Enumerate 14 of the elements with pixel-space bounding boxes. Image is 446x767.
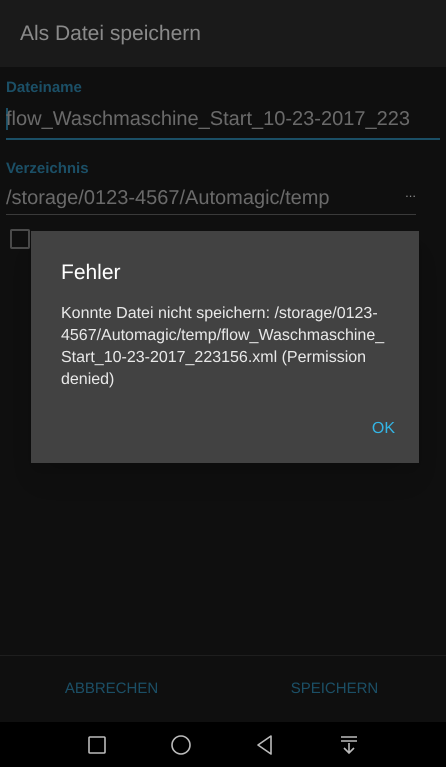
screen-title: Als Datei speichern: [20, 20, 201, 47]
field-label: Dateiname: [6, 78, 83, 98]
dialog-message: Konnte Datei nicht speichern: /storage/0123-4567/Automagic/temp/flow_Waschmaschine_Start_10-23-2017_223156.xml (Permission denied): [61, 304, 386, 390]
dialog-title: Fehler: [61, 260, 122, 286]
home-icon[interactable]: [170, 734, 192, 756]
dialog-action-button[interactable]: SPEICHERN: [282, 670, 386, 708]
more-indicator: ...: [405, 186, 416, 200]
recents-icon[interactable]: [86, 734, 108, 756]
field-label: Verzeichnis: [6, 158, 90, 178]
ok-button[interactable]: OK: [364, 412, 403, 444]
directory-path: /storage/0123-4567/Automagic/temp: [6, 186, 330, 210]
directory-field[interactable]: /storage/0123-4567/Automagic/temp ...: [6, 186, 416, 215]
dialog-action-button[interactable]: ABBRECHEN: [56, 670, 166, 708]
pull-down-icon[interactable]: [338, 734, 360, 756]
